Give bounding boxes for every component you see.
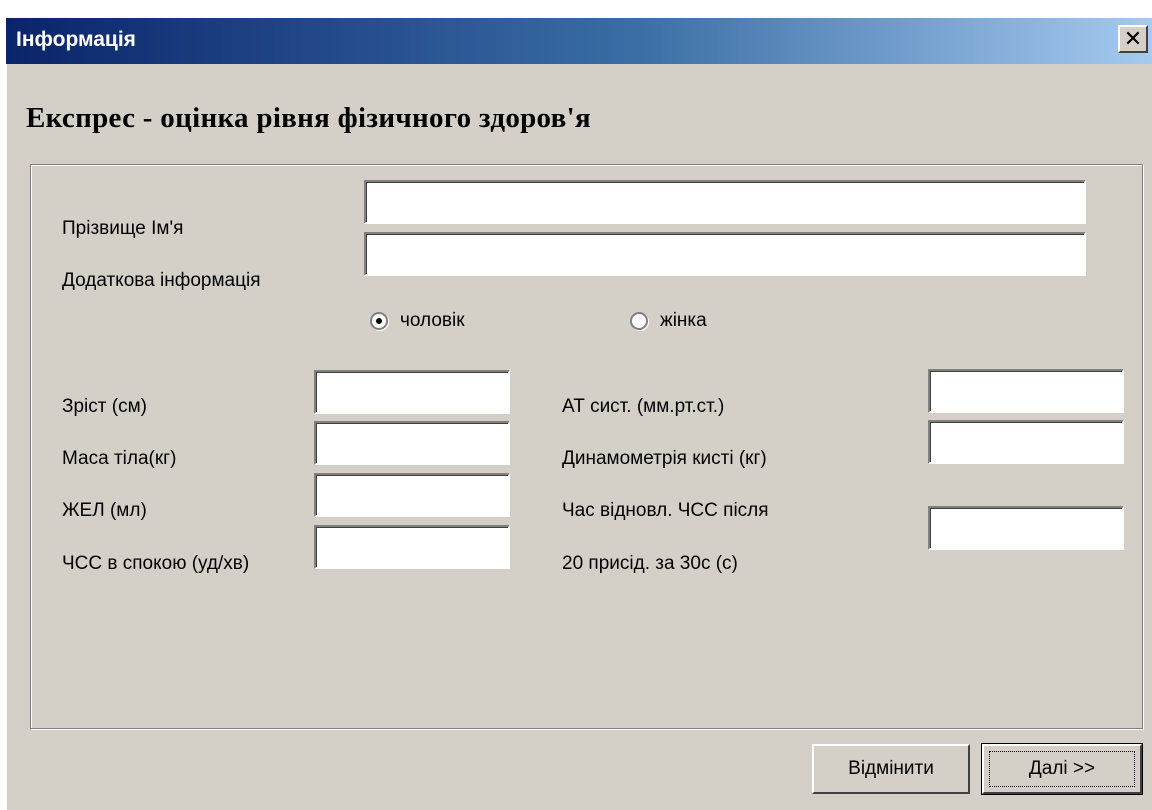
recovery-time-input[interactable] bbox=[928, 506, 1124, 550]
radio-male-indicator[interactable] bbox=[370, 312, 388, 330]
weight-input[interactable] bbox=[314, 421, 510, 465]
radio-male[interactable]: чоловік bbox=[370, 310, 465, 332]
close-icon: ✕ bbox=[1123, 26, 1143, 52]
vital-capacity-label: ЖЕЛ (мл) bbox=[62, 500, 147, 521]
cancel-button[interactable]: Відмінити bbox=[812, 744, 970, 794]
weight-label: Маса тіла(кг) bbox=[62, 448, 177, 469]
title-bar[interactable]: Інформація ✕ bbox=[6, 18, 1152, 64]
extra-info-label: Додаткова інформація bbox=[62, 270, 261, 291]
radio-male-label: чоловік bbox=[400, 310, 465, 331]
height-label: Зріст (см) bbox=[62, 396, 147, 417]
blood-pressure-input[interactable] bbox=[928, 369, 1124, 413]
radio-female-indicator[interactable] bbox=[630, 312, 648, 330]
recovery-time-label-line2: 20 присід. за 30с (с) bbox=[562, 553, 738, 574]
focus-rectangle bbox=[989, 751, 1135, 787]
radio-female[interactable]: жінка bbox=[630, 310, 707, 332]
name-input[interactable] bbox=[364, 180, 1086, 224]
blood-pressure-label: АТ сист. (мм.рт.ст.) bbox=[562, 396, 725, 417]
dialog-window: Інформація ✕ Експрес - оцінка рівня фізи… bbox=[6, 18, 1152, 810]
name-label: Прізвище Ім'я bbox=[62, 218, 184, 239]
close-button[interactable]: ✕ bbox=[1118, 25, 1148, 53]
page-title: Експрес - оцінка рівня фізичного здоров'… bbox=[26, 102, 591, 134]
vital-capacity-input[interactable] bbox=[314, 473, 510, 517]
resting-hr-label: ЧСС в спокою (уд/хв) bbox=[62, 553, 250, 574]
extra-info-input[interactable] bbox=[364, 232, 1086, 276]
dynamometry-label: Динамометрія кисті (кг) bbox=[562, 448, 767, 469]
radio-selected-dot bbox=[376, 318, 382, 324]
radio-female-label: жінка bbox=[660, 310, 707, 331]
recovery-time-label-line1: Час відновл. ЧСС після bbox=[562, 500, 769, 521]
resting-hr-input[interactable] bbox=[314, 525, 510, 569]
dynamometry-input[interactable] bbox=[928, 420, 1124, 464]
next-button[interactable]: Далі >> bbox=[981, 743, 1143, 795]
window-title: Інформація bbox=[16, 28, 136, 51]
cancel-button-label: Відмінити bbox=[848, 758, 934, 779]
height-input[interactable] bbox=[314, 370, 510, 414]
